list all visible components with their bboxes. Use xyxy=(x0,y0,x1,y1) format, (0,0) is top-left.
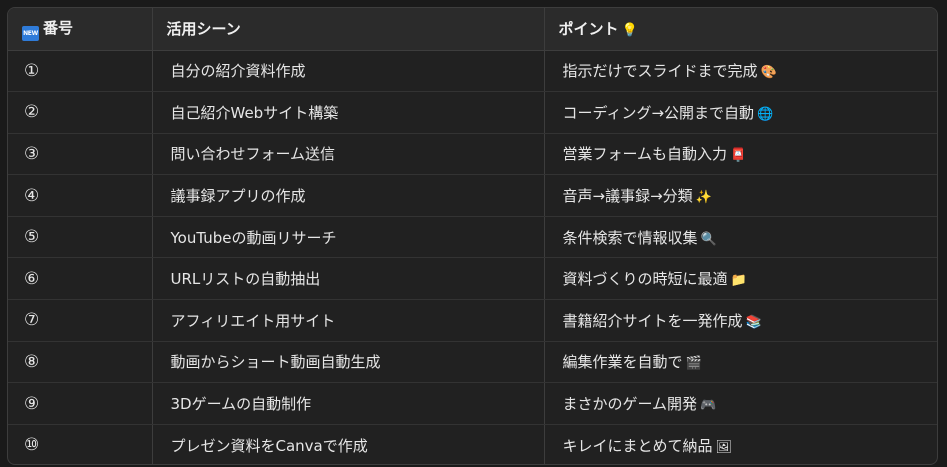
table-row: ② 自己紹介Webサイト構築 コーディング→公開まで自動 🌐 xyxy=(8,91,937,134)
row-point: 指示だけでスライドまで完成 🎨 xyxy=(544,50,937,93)
table-row: ⑤ YouTubeの動画リサーチ 条件検索で情報収集 🔍 xyxy=(8,216,937,259)
header-use-case: 活用シーン xyxy=(152,8,545,51)
row-point: コーディング→公開まで自動 🌐 xyxy=(544,91,937,134)
row-point-text: 書籍紹介サイトを一発作成 xyxy=(562,311,743,330)
globe-icon: 🌐 xyxy=(757,106,774,122)
row-point-text: 音声→議事録→分類 xyxy=(562,187,693,206)
row-point-text: 資料づくりの時短に最適 xyxy=(562,270,728,289)
row-use-case: アフィリエイト用サイト xyxy=(152,299,545,342)
table-row: ⑨ 3Dゲームの自動制作 まさかのゲーム開発 🎮 xyxy=(8,382,937,425)
row-number: ③ xyxy=(8,133,153,176)
row-use-case: プレゼン資料をCanvaで作成 xyxy=(152,424,545,464)
row-point: 書籍紹介サイトを一発作成 📚 xyxy=(544,299,937,342)
usage-table: NEW 番号 活用シーン ポイント 💡 ① 自分の紹介資料作成 指示だけでスライドまで完… xyxy=(8,8,937,464)
row-point: 音声→議事録→分類 ✨ xyxy=(544,174,937,217)
header-point-label: ポイント xyxy=(558,20,619,39)
table-header: NEW 番号 活用シーン ポイント 💡 xyxy=(8,8,937,51)
row-point-text: まさかのゲーム開発 xyxy=(562,395,698,414)
row-number: ⑧ xyxy=(8,341,153,384)
row-point-text: 編集作業を自動で xyxy=(562,353,683,372)
row-point-text: コーディング→公開まで自動 xyxy=(562,103,755,122)
table-row: ③ 問い合わせフォーム送信 営業フォームも自動入力 📮 xyxy=(8,133,937,176)
magnifier-icon: 🔍 xyxy=(700,231,717,247)
clapper-icon: 🎬 xyxy=(685,356,702,372)
header-use-case-label: 活用シーン xyxy=(166,20,241,39)
table-row: ⑩ プレゼン資料をCanvaで作成 キレイにまとめて納品 🖼 xyxy=(8,424,937,464)
row-number: ② xyxy=(8,91,153,134)
row-number: ⑦ xyxy=(8,299,153,342)
row-use-case: 3Dゲームの自動制作 xyxy=(152,382,545,425)
header-number-label: 番号 xyxy=(43,18,74,37)
postbox-icon: 📮 xyxy=(730,148,747,164)
picture-icon: 🖼 xyxy=(715,439,733,455)
row-use-case: 自己紹介Webサイト構築 xyxy=(152,91,545,134)
lightbulb-icon: 💡 xyxy=(621,23,638,39)
table-body: ① 自分の紹介資料作成 指示だけでスライドまで完成 🎨 ② 自己紹介Webサイト構築 コーデ… xyxy=(8,50,937,464)
table-row: ⑦ アフィリエイト用サイト 書籍紹介サイトを一発作成 📚 xyxy=(8,299,937,342)
table-row: ① 自分の紹介資料作成 指示だけでスライドまで完成 🎨 xyxy=(8,50,937,93)
table-container: NEW 番号 活用シーン ポイント 💡 ① 自分の紹介資料作成 指示だけでスライドまで完… xyxy=(7,7,938,465)
header-point: ポイント 💡 xyxy=(544,8,937,51)
folder-icon: 📁 xyxy=(730,273,747,289)
table-row: ④ 議事録アプリの作成 音声→議事録→分類 ✨ xyxy=(8,174,937,217)
palette-icon: 🎨 xyxy=(760,65,777,81)
row-number: ⑨ xyxy=(8,382,153,425)
row-use-case: URLリストの自動抽出 xyxy=(152,257,545,301)
header-number: NEW 番号 xyxy=(8,8,153,51)
books-icon: 📚 xyxy=(745,314,762,330)
row-point-text: 営業フォームも自動入力 xyxy=(562,145,728,164)
row-point-text: 指示だけでスライドまで完成 xyxy=(562,62,758,81)
header-row: NEW 番号 活用シーン ポイント 💡 xyxy=(8,8,937,51)
row-point: 資料づくりの時短に最適 📁 xyxy=(544,257,937,301)
new-badge-icon: NEW xyxy=(22,25,39,41)
row-number: ④ xyxy=(8,174,153,217)
row-point: まさかのゲーム開発 🎮 xyxy=(544,382,937,425)
row-use-case: 自分の紹介資料作成 xyxy=(152,50,545,93)
table-row: ⑧ 動画からショート動画自動生成 編集作業を自動で 🎬 xyxy=(8,341,937,384)
row-number: ⑩ xyxy=(8,424,153,464)
row-point: キレイにまとめて納品 🖼 xyxy=(544,424,937,464)
row-use-case: 動画からショート動画自動生成 xyxy=(152,341,545,384)
row-number: ① xyxy=(8,50,153,93)
row-use-case: 議事録アプリの作成 xyxy=(152,174,545,217)
row-point: 営業フォームも自動入力 📮 xyxy=(544,133,937,176)
row-point: 条件検索で情報収集 🔍 xyxy=(544,216,937,259)
row-point: 編集作業を自動で 🎬 xyxy=(544,341,937,384)
row-point-text: 条件検索で情報収集 xyxy=(562,228,698,247)
row-number: ⑤ xyxy=(8,216,153,259)
gamepad-icon: 🎮 xyxy=(700,398,717,414)
table-row: ⑥ URLリストの自動抽出 資料づくりの時短に最適 📁 xyxy=(8,257,937,301)
sparkles-icon: ✨ xyxy=(695,190,712,206)
row-point-text: キレイにまとめて納品 xyxy=(562,436,713,455)
row-number: ⑥ xyxy=(8,257,153,301)
row-use-case: YouTubeの動画リサーチ xyxy=(152,216,545,259)
row-use-case: 問い合わせフォーム送信 xyxy=(152,133,545,176)
